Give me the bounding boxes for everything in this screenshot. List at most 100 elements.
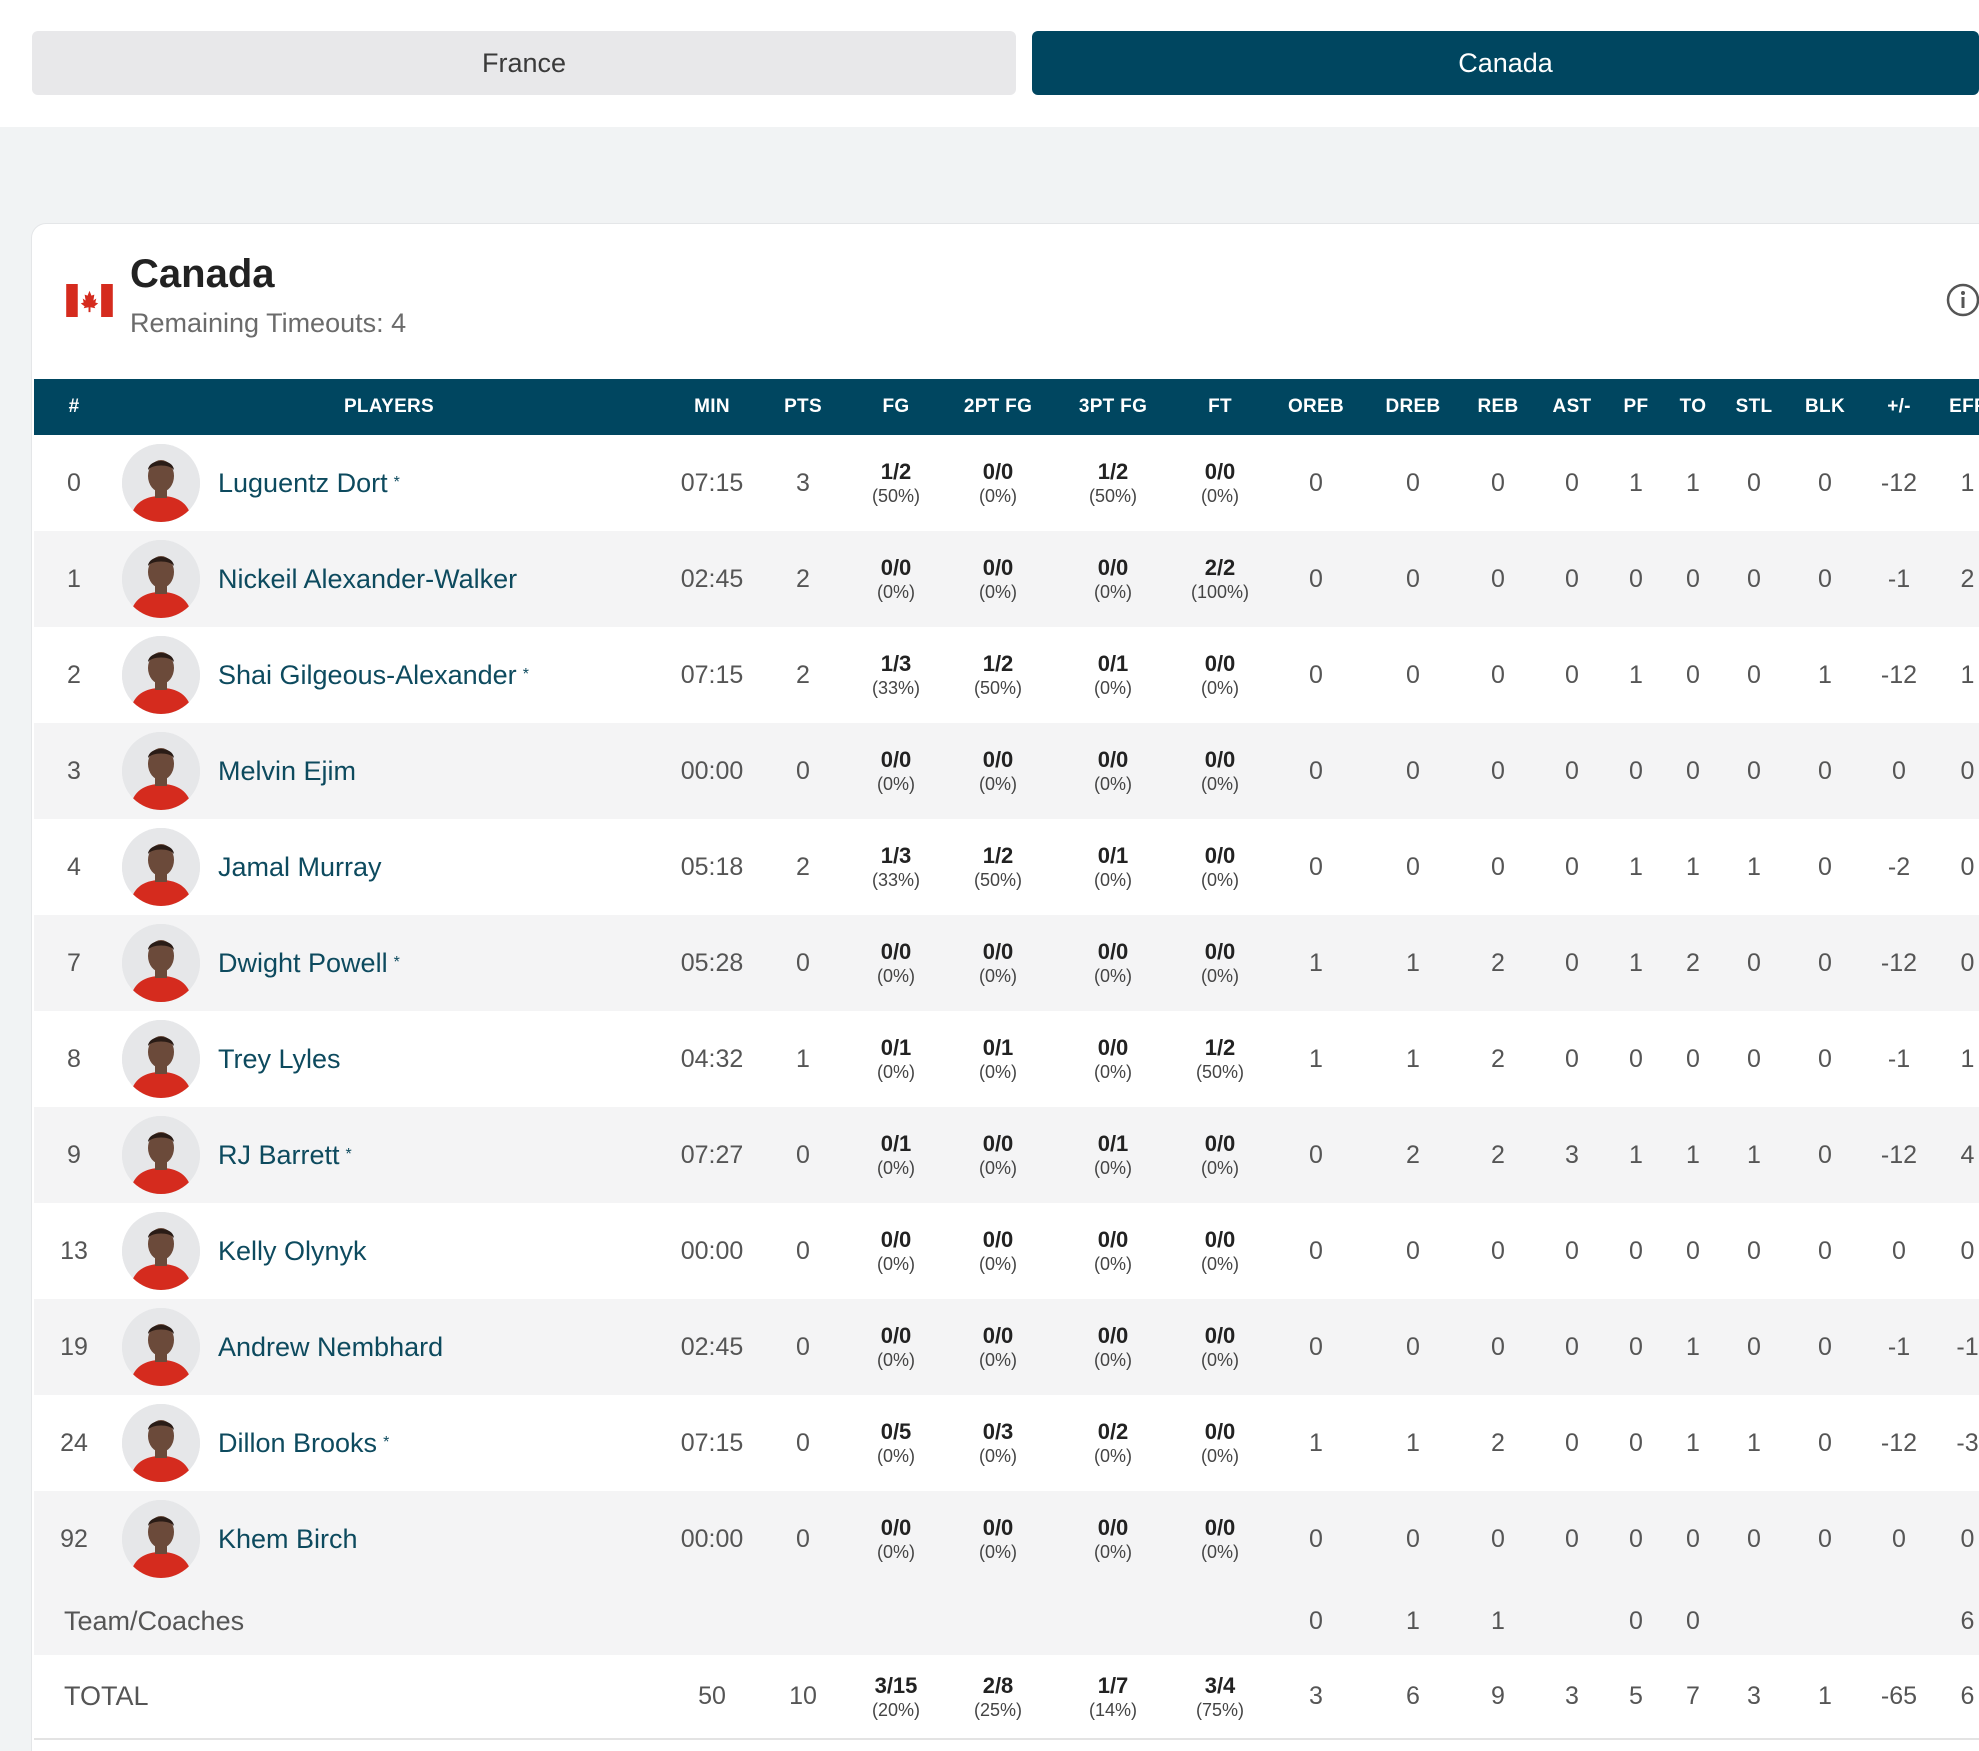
stat-blk: 0 bbox=[1818, 948, 1832, 977]
column-header[interactable]: +/- bbox=[1862, 379, 1936, 435]
player-name-link[interactable]: Shai Gilgeous-Alexander bbox=[218, 660, 517, 691]
player-avatar[interactable] bbox=[122, 1404, 200, 1482]
fg-made-attempted: 0/0 bbox=[880, 747, 912, 772]
player-name-link[interactable]: Dwight Powell bbox=[218, 948, 388, 979]
stat-pm: -2 bbox=[1887, 852, 1911, 881]
fg3-made-attempted: 1/2 bbox=[1097, 459, 1129, 484]
column-header[interactable]: BLK bbox=[1788, 379, 1862, 435]
column-header[interactable]: # bbox=[34, 379, 114, 435]
player-row: 8 Trey Lyles 04:32 1 0/1 (0%) 0/1 (0%) 0/0 (0%) 1/… bbox=[34, 1011, 1979, 1107]
column-header[interactable]: AST bbox=[1538, 379, 1606, 435]
player-avatar[interactable] bbox=[122, 1116, 200, 1194]
column-header[interactable]: 3PT FG bbox=[1050, 379, 1176, 435]
ft-percentage: (0%) bbox=[1200, 1350, 1239, 1370]
stat-ast: 0 bbox=[1565, 756, 1579, 785]
player-avatar[interactable] bbox=[122, 732, 200, 810]
column-header[interactable]: OREB bbox=[1264, 379, 1368, 435]
team-coaches-label: Team/Coaches bbox=[64, 1605, 245, 1636]
column-header[interactable]: STL bbox=[1720, 379, 1788, 435]
player-avatar[interactable] bbox=[122, 1020, 200, 1098]
player-avatar[interactable] bbox=[122, 636, 200, 714]
total-fg-made-attempted: 3/15 bbox=[874, 1672, 918, 1698]
total-stat-oreb: 3 bbox=[1309, 1682, 1323, 1710]
minutes: 00:00 bbox=[680, 1236, 744, 1265]
player-name-link[interactable]: Andrew Nembhard bbox=[218, 1332, 443, 1363]
fg3-percentage: (0%) bbox=[1093, 1350, 1132, 1370]
player-name-link[interactable]: RJ Barrett bbox=[218, 1140, 340, 1171]
player-cell: Melvin Ejim bbox=[114, 723, 664, 819]
fg: 0/5 (0%) bbox=[846, 1395, 946, 1491]
tab-canada[interactable]: Canada bbox=[1032, 31, 1979, 95]
fg-percentage: (0%) bbox=[876, 1542, 915, 1562]
starter-mark: * bbox=[393, 474, 400, 491]
player-avatar[interactable] bbox=[122, 540, 200, 618]
fg2-percentage: (0%) bbox=[978, 486, 1017, 506]
column-header[interactable]: PTS bbox=[760, 379, 846, 435]
player-avatar[interactable] bbox=[122, 1500, 200, 1578]
column-header[interactable]: PF bbox=[1606, 379, 1666, 435]
stat-blk: 0 bbox=[1818, 1524, 1832, 1553]
column-header[interactable]: MIN bbox=[664, 379, 760, 435]
fg2-percentage: (50%) bbox=[973, 678, 1022, 698]
minutes: 00:00 bbox=[680, 756, 744, 785]
tab-france[interactable]: France bbox=[32, 31, 1016, 95]
column-header[interactable]: TO bbox=[1666, 379, 1720, 435]
player-name-link[interactable]: Khem Birch bbox=[218, 1524, 358, 1555]
stat-oreb: 0 bbox=[1309, 756, 1323, 785]
jersey-number: 0 bbox=[67, 468, 81, 497]
stat-dreb: 0 bbox=[1406, 756, 1420, 785]
fg: 0/0 (0%) bbox=[846, 1299, 946, 1395]
stat-oreb: 1 bbox=[1309, 948, 1323, 977]
player-name-link[interactable]: Jamal Murray bbox=[218, 852, 382, 883]
stat-eff: -1 bbox=[1956, 1332, 1979, 1361]
fg2: 0/0 (0%) bbox=[946, 1491, 1050, 1587]
player-row: 7 Dwight Powell * 05:28 0 0/0 (0%) 0/0 (0%) 0/0 (0… bbox=[34, 915, 1979, 1011]
fg3-made-attempted: 0/0 bbox=[1097, 1515, 1129, 1540]
fg: 0/0 (0%) bbox=[846, 531, 946, 627]
player-name-link[interactable]: Nickeil Alexander-Walker bbox=[218, 564, 517, 595]
player-avatar[interactable] bbox=[122, 1308, 200, 1386]
minutes: 05:18 bbox=[680, 852, 744, 881]
stat-to: 0 bbox=[1686, 564, 1700, 593]
jersey-number: 3 bbox=[67, 756, 81, 785]
stat-ast: 0 bbox=[1565, 948, 1579, 977]
ft-made-attempted: 0/0 bbox=[1204, 1419, 1236, 1444]
stat-ast: 3 bbox=[1565, 1140, 1579, 1169]
stat-stl: 1 bbox=[1747, 852, 1761, 881]
player-avatar[interactable] bbox=[122, 924, 200, 1002]
team-tab-bar: France Canada bbox=[0, 0, 1979, 127]
column-header[interactable]: FG bbox=[846, 379, 946, 435]
ft-percentage: (0%) bbox=[1200, 1254, 1239, 1274]
fg3-made-attempted: 0/0 bbox=[1097, 1227, 1129, 1252]
column-header[interactable]: DREB bbox=[1368, 379, 1458, 435]
team-header: Canada Remaining Timeouts: 4 bbox=[32, 224, 1979, 379]
stat-reb: 2 bbox=[1491, 948, 1505, 977]
player-name-link[interactable]: Luguentz Dort bbox=[218, 468, 388, 499]
fg2-percentage: (0%) bbox=[978, 966, 1017, 986]
stat-dreb: 0 bbox=[1406, 1332, 1420, 1361]
stat-dreb: 0 bbox=[1406, 660, 1420, 689]
column-header[interactable]: FT bbox=[1176, 379, 1264, 435]
column-header[interactable]: 2PT FG bbox=[946, 379, 1050, 435]
column-header[interactable]: EFF bbox=[1936, 379, 1979, 435]
player-name-link[interactable]: Trey Lyles bbox=[218, 1044, 341, 1075]
team-stat-pm bbox=[1862, 1587, 1936, 1655]
ft: 0/0 (0%) bbox=[1176, 435, 1264, 531]
player-avatar[interactable] bbox=[122, 1212, 200, 1290]
stat-to: 1 bbox=[1686, 468, 1700, 497]
player-avatar[interactable] bbox=[122, 444, 200, 522]
column-header[interactable]: REB bbox=[1458, 379, 1538, 435]
info-icon[interactable] bbox=[1943, 282, 1979, 318]
player-name-link[interactable]: Dillon Brooks bbox=[218, 1428, 377, 1459]
stat-ast: 0 bbox=[1565, 852, 1579, 881]
fg2: 0/0 (0%) bbox=[946, 531, 1050, 627]
stat-reb: 0 bbox=[1491, 468, 1505, 497]
player-name-link[interactable]: Kelly Olynyk bbox=[218, 1236, 367, 1267]
ft-made-attempted: 0/0 bbox=[1204, 1323, 1236, 1348]
player-name-link[interactable]: Melvin Ejim bbox=[218, 756, 356, 787]
team-stat-oreb: 0 bbox=[1309, 1606, 1323, 1635]
points: 3 bbox=[796, 468, 810, 497]
column-header[interactable]: PLAYERS bbox=[114, 379, 664, 435]
stat-pf: 0 bbox=[1629, 1236, 1643, 1265]
player-avatar[interactable] bbox=[122, 828, 200, 906]
